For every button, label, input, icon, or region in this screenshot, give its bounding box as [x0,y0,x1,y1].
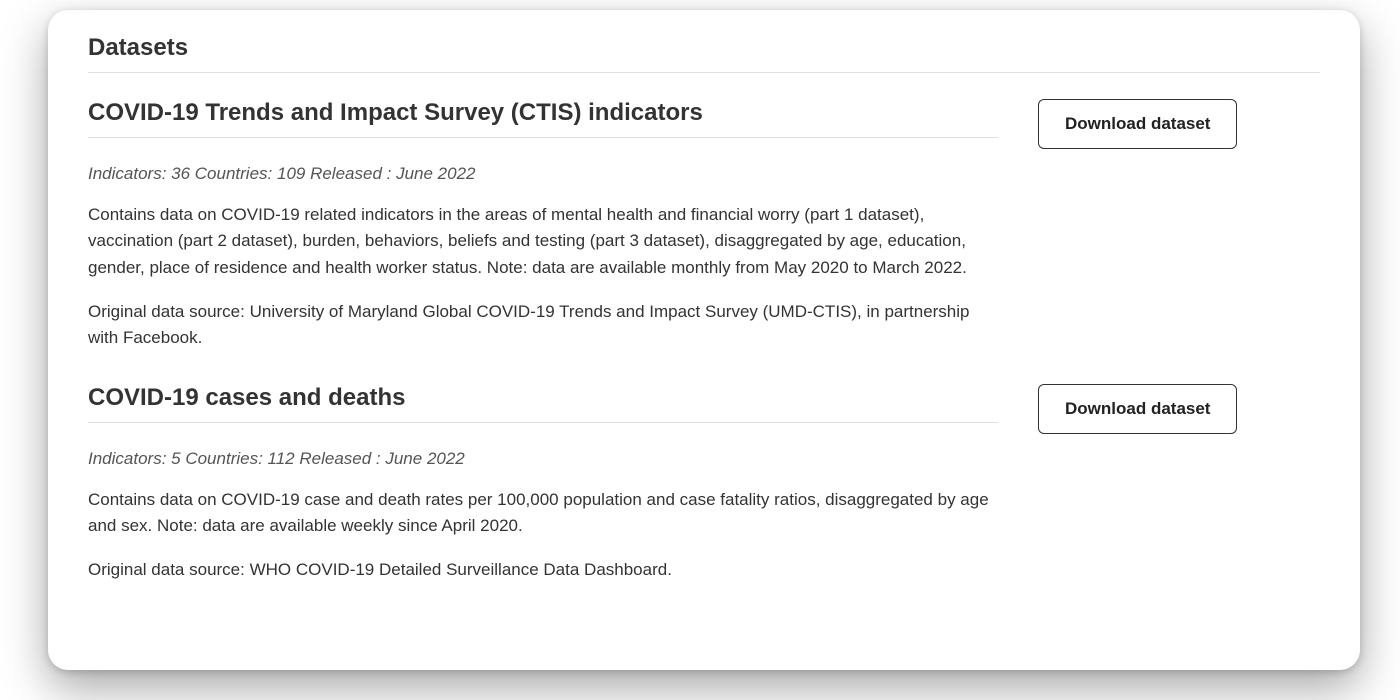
dataset-main: COVID-19 Trends and Impact Survey (CTIS)… [88,99,998,352]
section-title: Datasets [88,34,1320,73]
download-dataset-button[interactable]: Download dataset [1038,384,1237,434]
dataset-meta: Indicators: 36 Countries: 109 Released :… [88,164,998,184]
dataset-title: COVID-19 cases and deaths [88,384,998,423]
dataset-source: Original data source: University of Mary… [88,299,998,352]
dataset-main: COVID-19 cases and deaths Indicators: 5 … [88,384,998,584]
download-dataset-button[interactable]: Download dataset [1038,99,1237,149]
dataset-meta: Indicators: 5 Countries: 112 Released : … [88,449,998,469]
dataset-row: COVID-19 Trends and Impact Survey (CTIS)… [88,99,1320,352]
dataset-title: COVID-19 Trends and Impact Survey (CTIS)… [88,99,998,138]
dataset-row: COVID-19 cases and deaths Indicators: 5 … [88,384,1320,584]
datasets-card: Datasets COVID-19 Trends and Impact Surv… [48,10,1360,670]
dataset-source: Original data source: WHO COVID-19 Detai… [88,557,998,583]
dataset-description: Contains data on COVID-19 related indica… [88,202,998,281]
dataset-description: Contains data on COVID-19 case and death… [88,487,998,540]
